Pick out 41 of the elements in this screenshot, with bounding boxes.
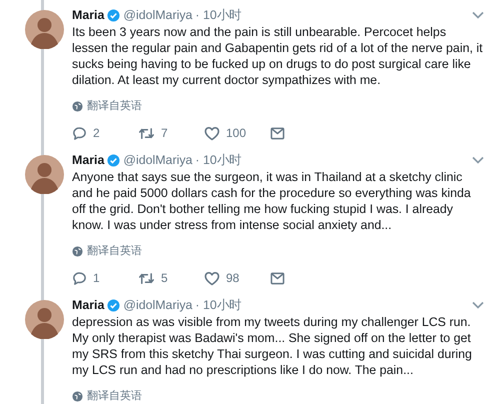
verified-icon <box>107 298 120 312</box>
tweet-text: Its been 3 years now and the pain is still unbearable. Percocet helps lessen the regular pain and Gabapentin gets rid of a lot of the nerve pain, it sucks being having to be fucked up on drugs to do post surgical care like dilation. At least my current doctor sympathizes with me. <box>72 24 484 88</box>
translate-link[interactable]: 翻译自英语 <box>87 242 142 260</box>
reply-icon[interactable] <box>72 126 87 140</box>
like-icon[interactable] <box>204 270 220 286</box>
tweet-time[interactable]: · 10小时 <box>195 151 241 169</box>
verified-icon <box>107 8 120 22</box>
reply-count: 1 <box>93 270 100 287</box>
author-name[interactable]: Maria <box>72 151 104 169</box>
globe-icon <box>72 246 83 256</box>
like-icon[interactable] <box>204 126 220 140</box>
like-count: 98 <box>226 270 240 287</box>
chevron-icon[interactable] <box>472 301 484 309</box>
message-icon[interactable] <box>270 272 285 284</box>
retweet-count: 7 <box>161 125 168 142</box>
translate-link[interactable]: 翻译自英语 <box>87 388 142 404</box>
avatar[interactable] <box>25 155 64 194</box>
tweet-time[interactable]: · 10小时 <box>195 6 241 24</box>
retweet-count: 5 <box>161 270 168 287</box>
globe-icon <box>72 390 83 402</box>
avatar[interactable] <box>25 10 64 49</box>
like-count: 100 <box>226 125 246 142</box>
message-icon[interactable] <box>270 126 285 140</box>
author-handle[interactable]: @idolMariya <box>123 296 192 314</box>
retweet-icon[interactable] <box>138 126 155 140</box>
tweet-text: Anyone that says sue the surgeon, it was in Thailand at a sketchy clinic and he paid 5000 dollars cash for the procedure so everything was kinda off the grid. Don't bother telling me how fucking stupid I was. I already know. I was under stress from intense social anxiety and... <box>72 169 472 233</box>
tweet-time[interactable]: · 10小时 <box>195 296 241 314</box>
reply-icon[interactable] <box>72 270 87 286</box>
avatar[interactable] <box>25 300 64 339</box>
author-handle[interactable]: @idolMariya <box>123 151 192 169</box>
author-handle[interactable]: @idolMariya <box>123 6 192 24</box>
chevron-icon[interactable] <box>472 156 484 164</box>
globe-icon <box>72 100 83 112</box>
tweet-text: depression as was visible from my tweets during my challenger LCS run. My only therapist was Badawi's mom... She signed off on the letter to get my SRS from this sketchy Thai surgeon. I was cutting and suicidal during my LCS run and had no prescriptions like I do now. The pain... <box>72 314 473 378</box>
reply-count: 2 <box>93 125 100 142</box>
author-name[interactable]: Maria <box>72 6 104 24</box>
retweet-icon[interactable] <box>138 270 155 286</box>
chevron-icon[interactable] <box>472 11 484 19</box>
author-name[interactable]: Maria <box>72 296 104 314</box>
verified-icon <box>107 154 120 166</box>
translate-link[interactable]: 翻译自英语 <box>87 98 142 114</box>
